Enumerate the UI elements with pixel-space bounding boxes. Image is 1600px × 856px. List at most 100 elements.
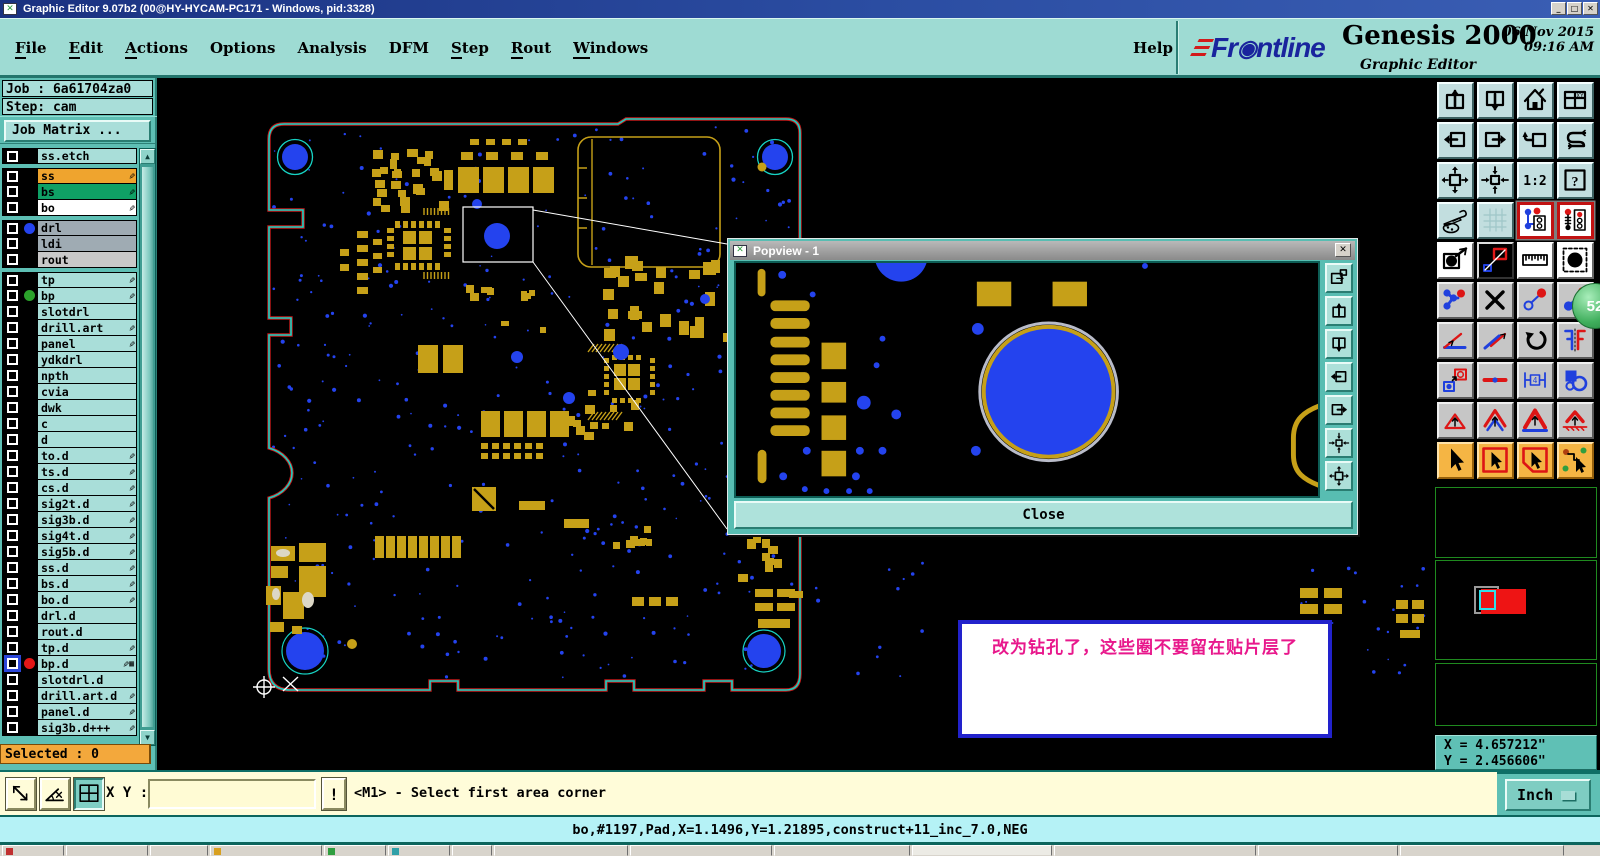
layer-visibility-checkbox[interactable] (3, 169, 22, 183)
menu-windows[interactable]: Windows (573, 38, 648, 59)
layer-color-swatch[interactable] (22, 688, 38, 703)
tool-cursor-frame-button[interactable] (1476, 441, 1514, 479)
tool-shape-group-button[interactable] (1556, 361, 1594, 399)
taskbar-item[interactable] (494, 845, 628, 856)
popview-window-copy-button[interactable] (1325, 263, 1353, 293)
taskbar-item[interactable] (630, 845, 772, 856)
layer-color-swatch[interactable] (22, 624, 38, 639)
layer-visibility-checkbox[interactable] (3, 656, 22, 671)
popview-canvas[interactable] (734, 261, 1320, 498)
layer-visibility-checkbox[interactable] (3, 200, 22, 215)
tool-triangle-outline-button[interactable] (1476, 401, 1514, 439)
layer-color-swatch[interactable] (22, 560, 38, 575)
menu-file[interactable]: File (15, 38, 47, 59)
layer-color-swatch[interactable] (22, 400, 38, 415)
layer-visibility-checkbox[interactable] (3, 448, 22, 463)
layer-color-swatch[interactable] (22, 512, 38, 527)
tool-zoom-in-button[interactable] (1436, 81, 1474, 119)
layer-row-rout.d[interactable]: rout.d (2, 624, 137, 640)
layer-row-cs.d[interactable]: cs.d ✎ (2, 480, 137, 496)
menu-help[interactable]: Help (1128, 19, 1178, 76)
layer-row-to.d[interactable]: to.d ✎ (2, 448, 137, 464)
maximize-button[interactable]: □ (1567, 2, 1582, 15)
layer-row-bo[interactable]: bo ✎ (2, 200, 137, 216)
layer-visibility-checkbox[interactable] (3, 528, 22, 543)
layer-visibility-checkbox[interactable] (3, 672, 22, 687)
tool-ruler-button[interactable] (1516, 241, 1554, 279)
layer-color-swatch[interactable] (22, 416, 38, 431)
tool-cursor-select-button[interactable] (1436, 441, 1474, 479)
layer-color-swatch[interactable] (22, 236, 38, 251)
layer-visibility-checkbox[interactable] (3, 560, 22, 575)
tool-expand-view-button[interactable] (1436, 161, 1474, 199)
layer-color-swatch[interactable] (22, 384, 38, 399)
popview-close-icon[interactable]: ✕ (1335, 243, 1351, 257)
tool-route-s-button[interactable] (1556, 121, 1594, 159)
menu-edit[interactable]: Edit (68, 38, 103, 59)
job-matrix-button[interactable]: Job Matrix ... (4, 120, 151, 142)
layer-visibility-checkbox[interactable] (3, 352, 22, 367)
layer-visibility-checkbox[interactable] (3, 304, 22, 319)
layer-visibility-checkbox[interactable] (3, 464, 22, 479)
layer-color-swatch[interactable] (22, 704, 38, 719)
layer-row-tp.d[interactable]: tp.d ✎ (2, 640, 137, 656)
tool-cursor-poly-button[interactable] (1516, 441, 1554, 479)
layer-row-ss.d[interactable]: ss.d ✎ (2, 560, 137, 576)
layer-visibility-checkbox[interactable] (3, 320, 22, 335)
alert-button[interactable]: ! (322, 778, 346, 810)
taskbar-item[interactable] (1400, 845, 1564, 856)
popview-expand-view-button[interactable] (1325, 461, 1353, 491)
taskbar-item[interactable] (452, 845, 492, 856)
tool-transform-object-button[interactable] (1476, 241, 1514, 279)
layer-row-sig3b.d+++[interactable]: sig3b.d+++ ✎ (2, 720, 137, 736)
layer-visibility-checkbox[interactable] (3, 592, 22, 607)
layer-color-swatch[interactable] (22, 592, 38, 607)
layer-scrollbar[interactable]: ▲ ▼ (139, 148, 156, 746)
layer-color-swatch[interactable] (22, 608, 38, 623)
layer-row-tp[interactable]: tp ✎ (2, 272, 137, 288)
popview-pan-right-button[interactable] (1325, 395, 1353, 425)
grid-xy-button[interactable] (74, 778, 104, 810)
layer-visibility-checkbox[interactable] (3, 184, 22, 199)
tool-pan-left-button[interactable] (1436, 121, 1474, 159)
scroll-down-icon[interactable]: ▼ (140, 730, 155, 745)
layer-visibility-checkbox[interactable] (3, 608, 22, 623)
layer-row-ldi[interactable]: ldi (2, 236, 137, 252)
close-button[interactable]: ✕ (1583, 2, 1598, 15)
layer-visibility-checkbox[interactable] (3, 688, 22, 703)
tool-contract-view-button[interactable] (1476, 161, 1514, 199)
taskbar-item[interactable] (66, 845, 148, 856)
menu-dfm[interactable]: DFM (389, 39, 429, 57)
layer-row-drl[interactable]: drl (2, 220, 137, 236)
layer-visibility-checkbox[interactable] (3, 432, 22, 447)
layer-row-bp.d[interactable]: bp.d ✎ ▦ (2, 656, 137, 672)
tool-rotate-cw-button[interactable] (1516, 321, 1554, 359)
tool-triangle-hatch-button[interactable] (1556, 401, 1594, 439)
layer-row-ydkdrl[interactable]: ydkdrl (2, 352, 137, 368)
menu-options[interactable]: Options (210, 39, 276, 57)
popview-zoom-out-button[interactable] (1325, 329, 1353, 359)
tool-net-red-b-button[interactable] (1556, 201, 1594, 239)
tool-draw-tools-button[interactable] (1436, 201, 1474, 239)
layer-color-swatch[interactable] (22, 273, 38, 287)
layer-visibility-checkbox[interactable] (3, 704, 22, 719)
tool-window-xy-button[interactable]: XY (1556, 81, 1594, 119)
layer-row-c[interactable]: c (2, 416, 137, 432)
taskbar-item[interactable] (1258, 845, 1398, 856)
layer-color-swatch[interactable] (22, 480, 38, 495)
layer-row-ts.d[interactable]: ts.d ✎ (2, 464, 137, 480)
layer-visibility-checkbox[interactable] (3, 512, 22, 527)
layer-color-swatch[interactable] (22, 184, 38, 199)
layer-row-bp[interactable]: bp ✎ (2, 288, 137, 304)
layer-row-dwk[interactable]: dwk (2, 400, 137, 416)
minimize-button[interactable]: _ (1551, 2, 1566, 15)
popview-zoom-in-button[interactable] (1325, 296, 1353, 326)
layer-color-swatch[interactable] (22, 528, 38, 543)
tool-pad-stack-button[interactable] (1436, 361, 1474, 399)
taskbar-item[interactable] (774, 845, 910, 856)
layer-row-npth[interactable]: npth (2, 368, 137, 384)
xy-input[interactable] (148, 779, 316, 809)
layer-color-swatch[interactable] (22, 544, 38, 559)
layer-row-slotdrl[interactable]: slotdrl (2, 304, 137, 320)
layer-row-slotdrl.d[interactable]: slotdrl.d (2, 672, 137, 688)
